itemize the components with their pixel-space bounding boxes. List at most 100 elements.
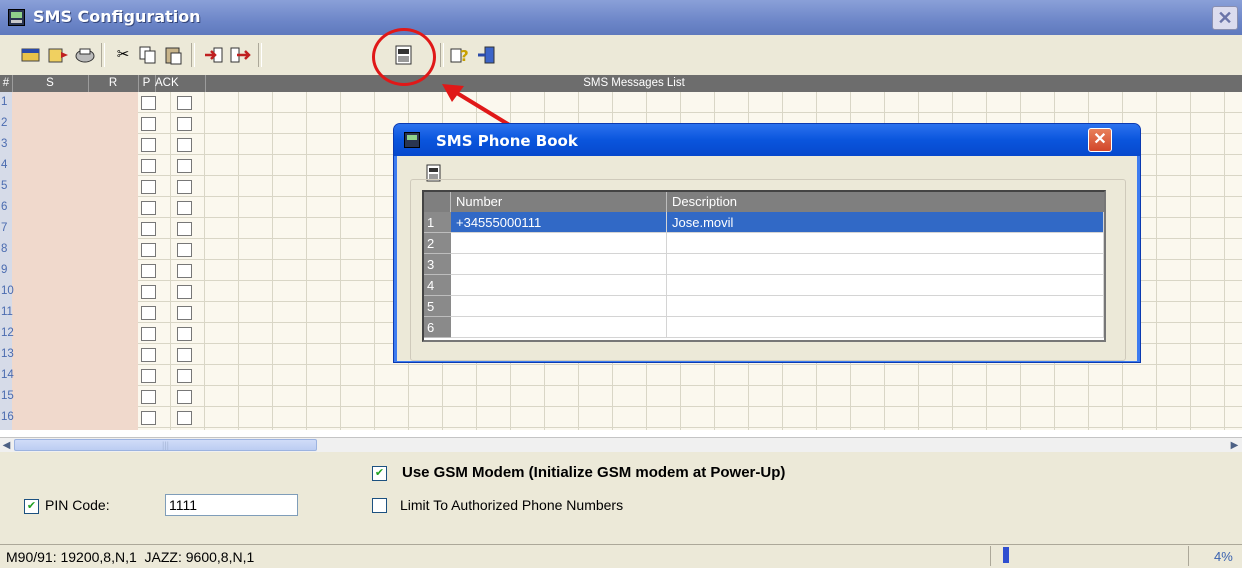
scrollbar-thumb[interactable]: |||: [14, 439, 317, 451]
scroll-right-icon[interactable]: ▶: [1228, 439, 1241, 452]
p-checkbox[interactable]: [141, 117, 156, 131]
ack-checkbox[interactable]: [177, 411, 192, 425]
phone-number-cell[interactable]: [451, 317, 667, 338]
row-number[interactable]: 15: [0, 386, 14, 407]
ack-checkbox[interactable]: [177, 369, 192, 383]
row-number[interactable]: 12: [0, 323, 14, 344]
row-number[interactable]: 5: [0, 176, 13, 197]
pin-code-checkbox[interactable]: ✔: [24, 499, 39, 514]
row-number[interactable]: 10: [0, 281, 14, 302]
phone-book-row-number[interactable]: 6: [424, 317, 451, 338]
ack-checkbox[interactable]: [177, 117, 192, 131]
phone-book-row-number[interactable]: 3: [424, 254, 451, 275]
paste-icon[interactable]: [163, 44, 185, 66]
copy-icon[interactable]: [137, 44, 159, 66]
close-window-button[interactable]: ✕: [1212, 6, 1238, 30]
phone-number-cell[interactable]: [451, 275, 667, 296]
row-number[interactable]: 13: [0, 344, 14, 365]
p-checkbox[interactable]: [141, 411, 156, 425]
column-header-description[interactable]: Description: [667, 192, 1104, 212]
ack-checkbox[interactable]: [177, 327, 192, 341]
ack-checkbox[interactable]: [177, 285, 192, 299]
row-number[interactable]: 3: [0, 134, 13, 155]
row-number[interactable]: 8: [0, 239, 13, 260]
p-checkbox[interactable]: [141, 264, 156, 278]
phone-book-corner: [424, 192, 451, 212]
p-checkbox[interactable]: [141, 96, 156, 110]
ack-checkbox[interactable]: [177, 222, 192, 236]
insert-row-icon[interactable]: [203, 44, 225, 66]
ack-checkbox[interactable]: [177, 138, 192, 152]
row-number[interactable]: 6: [0, 197, 13, 218]
p-checkbox[interactable]: [141, 222, 156, 236]
p-checkbox[interactable]: [141, 348, 156, 362]
column-header-p[interactable]: P: [138, 75, 156, 92]
ack-checkbox[interactable]: [177, 96, 192, 110]
description-cell[interactable]: [667, 317, 1104, 338]
phone-number-cell[interactable]: [451, 254, 667, 275]
use-gsm-modem-checkbox[interactable]: ✔: [372, 466, 387, 481]
p-checkbox[interactable]: [141, 159, 156, 173]
description-cell[interactable]: [667, 275, 1104, 296]
dialog-close-button[interactable]: ✕: [1088, 128, 1112, 152]
ack-checkbox[interactable]: [177, 159, 192, 173]
ack-checkbox[interactable]: [177, 306, 192, 320]
p-checkbox[interactable]: [141, 243, 156, 257]
cut-icon[interactable]: ✂: [112, 44, 134, 66]
p-checkbox[interactable]: [141, 180, 156, 194]
ack-checkbox[interactable]: [177, 243, 192, 257]
print-icon[interactable]: [74, 44, 96, 66]
row-number[interactable]: 1: [0, 92, 13, 113]
open-icon[interactable]: [47, 44, 69, 66]
toolbar-separator: [191, 43, 195, 67]
column-header-sms-messages-list[interactable]: SMS Messages List: [205, 75, 1063, 92]
horizontal-scrollbar[interactable]: ◀ ||| ▶: [0, 437, 1242, 452]
ack-checkbox[interactable]: [177, 348, 192, 362]
pin-code-input[interactable]: 1111: [165, 494, 298, 516]
help-icon[interactable]: ?: [449, 44, 471, 66]
column-header-r[interactable]: R: [88, 75, 139, 92]
row-number[interactable]: 7: [0, 218, 13, 239]
p-checkbox[interactable]: [141, 285, 156, 299]
row-number[interactable]: 2: [0, 113, 13, 134]
description-cell[interactable]: [667, 254, 1104, 275]
phone-book-row-number[interactable]: 1: [424, 212, 451, 233]
phone-book-row-number[interactable]: 2: [424, 233, 451, 254]
column-header-s[interactable]: S: [12, 75, 89, 92]
scroll-left-icon[interactable]: ◀: [0, 439, 13, 452]
p-checkbox[interactable]: [141, 390, 156, 404]
p-checkbox[interactable]: [141, 138, 156, 152]
column-header-number[interactable]: Number: [451, 192, 667, 212]
ack-checkbox[interactable]: [177, 201, 192, 215]
p-checkbox[interactable]: [141, 306, 156, 320]
phone-number-cell[interactable]: +34555000111: [451, 212, 667, 233]
row-number[interactable]: 16: [0, 407, 14, 428]
ack-checkbox[interactable]: [177, 390, 192, 404]
phone-number-cell[interactable]: [451, 233, 667, 254]
p-checkbox[interactable]: [141, 369, 156, 383]
description-cell[interactable]: [667, 233, 1104, 254]
phone-book-table[interactable]: Number Description 1 +34555000111 Jose.mov…: [422, 190, 1106, 342]
new-icon[interactable]: [20, 44, 42, 66]
phone-number-cell[interactable]: [451, 296, 667, 317]
column-header-ack[interactable]: ACK: [155, 75, 206, 92]
exit-icon[interactable]: [476, 44, 498, 66]
description-cell[interactable]: [667, 296, 1104, 317]
p-checkbox[interactable]: [141, 327, 156, 341]
phone-book-row-number[interactable]: 4: [424, 275, 451, 296]
ack-checkbox[interactable]: [177, 264, 192, 278]
phone-book-row-number[interactable]: 5: [424, 296, 451, 317]
description-cell[interactable]: Jose.movil: [667, 212, 1104, 233]
pin-code-label: PIN Code:: [45, 497, 110, 513]
use-gsm-modem-label: Use GSM Modem (Initialize GSM modem at P…: [402, 464, 786, 481]
ack-checkbox[interactable]: [177, 180, 192, 194]
p-checkbox[interactable]: [141, 201, 156, 215]
row-number[interactable]: 14: [0, 365, 14, 386]
limit-authorized-checkbox[interactable]: [372, 498, 387, 513]
limit-authorized-label: Limit To Authorized Phone Numbers: [400, 497, 624, 513]
window-title: SMS Configuration: [33, 7, 201, 26]
row-number[interactable]: 4: [0, 155, 13, 176]
delete-row-icon[interactable]: [229, 44, 251, 66]
row-number[interactable]: 11: [0, 302, 13, 323]
row-number[interactable]: 9: [0, 260, 13, 281]
